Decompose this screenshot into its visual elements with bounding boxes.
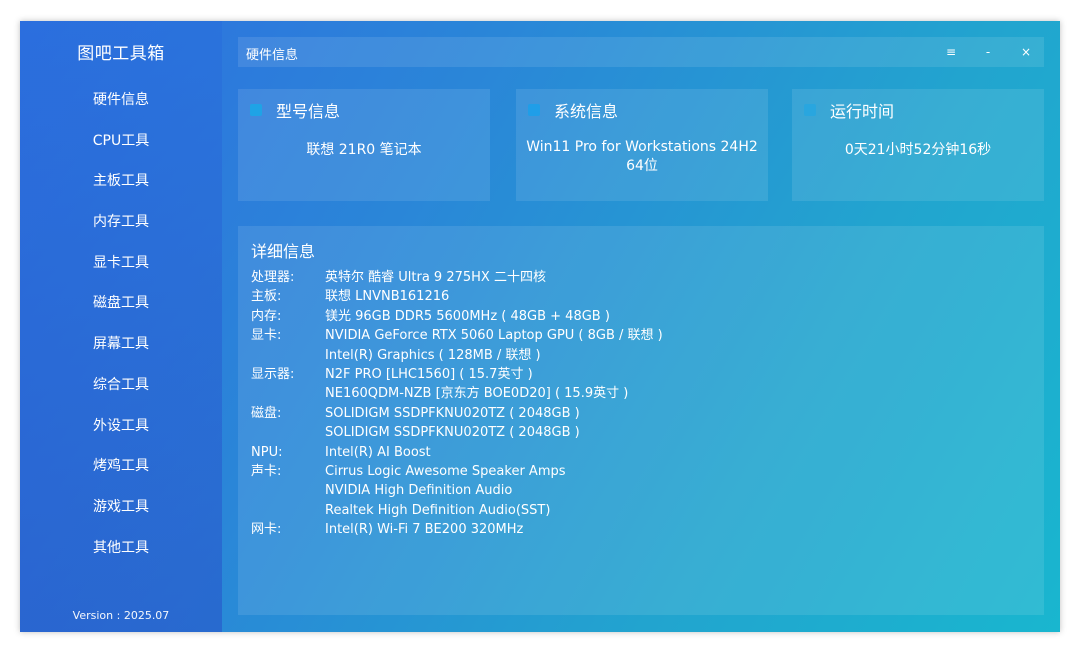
sidebar-item-other-tools[interactable]: 其他工具 (20, 537, 222, 578)
detail-label: NPU: (251, 444, 283, 460)
menu-icon[interactable]: ≡ (941, 42, 961, 62)
detail-row-memory: 内存: 镁光 96GB DDR5 5600MHz ( 48GB + 48GB ) (251, 307, 663, 326)
model-info-card: 型号信息 联想 21R0 笔记本 (238, 89, 490, 201)
detail-row-audio-3: Realtek High Definition Audio(SST) (251, 501, 663, 520)
detail-label (251, 346, 325, 365)
system-info-title: 系统信息 (554, 102, 619, 121)
uptime-dot-icon (804, 104, 816, 116)
detail-row-npu: NPU: Intel(R) AI Boost (251, 443, 663, 462)
detail-label: 网卡: (251, 522, 282, 538)
sidebar: 图吧工具箱 硬件信息 CPU工具 主板工具 内存工具 显卡工具 磁盘工具 屏幕工… (20, 21, 222, 632)
detail-label: 显示器: (251, 366, 295, 382)
detail-row-cpu: 处理器: 英特尔 酷睿 Ultra 9 275HX 二十四核 (251, 268, 663, 287)
detail-row-gpu-1: 显卡: NVIDIA GeForce RTX 5060 Laptop GPU (… (251, 326, 663, 345)
detail-rows: 处理器: 英特尔 酷睿 Ultra 9 275HX 二十四核 主板: 联想 LN… (251, 268, 663, 539)
model-info-header: 型号信息 (250, 98, 340, 122)
close-icon[interactable]: × (1016, 42, 1036, 62)
detail-row-audio-2: NVIDIA High Definition Audio (251, 481, 663, 500)
detail-label: 处理器: (251, 270, 295, 285)
minimize-icon[interactable]: - (978, 42, 998, 62)
detail-value: NVIDIA High Definition Audio (325, 483, 513, 499)
version-label: Version : 2025.07 (72, 609, 170, 622)
detail-value: Intel(R) Wi-Fi 7 BE200 320MHz (325, 522, 524, 538)
detail-value: 联想 LNVNB161216 (325, 289, 450, 305)
detail-row-display-2: NE160QDM-NZB [京东方 BOE0D20] ( 15.9英寸 ) (251, 384, 663, 403)
detail-value: SOLIDIGM SSDPFKNU020TZ ( 2048GB ) (325, 425, 580, 441)
uptime-title: 运行时间 (830, 102, 895, 121)
detail-value: Intel(R) AI Boost (325, 444, 431, 460)
detail-label: 磁盘: (251, 405, 282, 421)
detail-row-disk-1: 磁盘: SOLIDIGM SSDPFKNU020TZ ( 2048GB ) (251, 404, 663, 423)
detail-label (251, 501, 325, 520)
system-info-header: 系统信息 (528, 98, 618, 122)
uptime-header: 运行时间 (804, 98, 894, 122)
sidebar-item-motherboard-tools[interactable]: 主板工具 (20, 170, 222, 211)
model-dot-icon (250, 104, 262, 116)
detail-row-disk-2: SOLIDIGM SSDPFKNU020TZ ( 2048GB ) (251, 423, 663, 442)
detail-value: N2F PRO [LHC1560] ( 15.7英寸 ) (325, 366, 533, 382)
sidebar-item-gpu-tools[interactable]: 显卡工具 (20, 252, 222, 293)
page-title: 硬件信息 (246, 48, 299, 63)
detail-row-gpu-2: Intel(R) Graphics ( 128MB / 联想 ) (251, 346, 663, 365)
sidebar-item-peripheral-tools[interactable]: 外设工具 (20, 415, 222, 456)
detail-value: 英特尔 酷睿 Ultra 9 275HX 二十四核 (325, 270, 546, 285)
detail-row-audio-1: 声卡: Cirrus Logic Awesome Speaker Amps (251, 462, 663, 481)
detail-label: 主板: (251, 289, 282, 305)
detail-value: Realtek High Definition Audio(SST) (325, 502, 551, 518)
title-bar: 硬件信息 ≡ - × (238, 37, 1044, 67)
detail-panel: 详细信息 处理器: 英特尔 酷睿 Ultra 9 275HX 二十四核 主板: … (238, 226, 1044, 615)
detail-label (251, 423, 325, 442)
system-info-value: Win11 Pro for Workstations 24H2 64位 (526, 139, 758, 174)
detail-value: Intel(R) Graphics ( 128MB / 联想 ) (325, 347, 541, 363)
system-dot-icon (528, 104, 540, 116)
detail-value: SOLIDIGM SSDPFKNU020TZ ( 2048GB ) (325, 405, 580, 421)
app-title: 图吧工具箱 (77, 44, 165, 64)
app-window: 图吧工具箱 硬件信息 CPU工具 主板工具 内存工具 显卡工具 磁盘工具 屏幕工… (20, 21, 1060, 632)
detail-value: NE160QDM-NZB [京东方 BOE0D20] ( 15.9英寸 ) (325, 386, 629, 402)
model-info-title: 型号信息 (276, 102, 341, 121)
detail-label: 显卡: (251, 328, 282, 344)
model-info-value: 联想 21R0 笔记本 (306, 142, 422, 158)
detail-value: 镁光 96GB DDR5 5600MHz ( 48GB + 48GB ) (325, 308, 610, 324)
detail-row-network: 网卡: Intel(R) Wi-Fi 7 BE200 320MHz (251, 520, 663, 539)
system-info-card: 系统信息 Win11 Pro for Workstations 24H2 64位 (516, 89, 768, 201)
detail-value: NVIDIA GeForce RTX 5060 Laptop GPU ( 8GB… (325, 328, 663, 344)
detail-title: 详细信息 (251, 242, 316, 261)
uptime-value: 0天21小时52分钟16秒 (844, 142, 992, 158)
detail-label (251, 384, 325, 403)
sidebar-item-game-tools[interactable]: 游戏工具 (20, 496, 222, 537)
sidebar-item-cpu-tools[interactable]: CPU工具 (20, 130, 222, 171)
sidebar-nav: 硬件信息 CPU工具 主板工具 内存工具 显卡工具 磁盘工具 屏幕工具 综合工具… (20, 89, 222, 577)
uptime-card: 运行时间 0天21小时52分钟16秒 (792, 89, 1044, 201)
detail-label: 内存: (251, 308, 282, 324)
detail-label: 声卡: (251, 463, 282, 479)
sidebar-item-screen-tools[interactable]: 屏幕工具 (20, 333, 222, 374)
detail-label (251, 481, 325, 500)
sidebar-item-general-tools[interactable]: 综合工具 (20, 374, 222, 415)
detail-row-motherboard: 主板: 联想 LNVNB161216 (251, 287, 663, 306)
sidebar-item-disk-tools[interactable]: 磁盘工具 (20, 292, 222, 333)
sidebar-item-memory-tools[interactable]: 内存工具 (20, 211, 222, 252)
detail-value: Cirrus Logic Awesome Speaker Amps (325, 463, 566, 479)
detail-row-display-1: 显示器: N2F PRO [LHC1560] ( 15.7英寸 ) (251, 365, 663, 384)
sidebar-item-stress-test-tools[interactable]: 烤鸡工具 (20, 455, 222, 496)
sidebar-item-hardware-info[interactable]: 硬件信息 (20, 89, 222, 130)
